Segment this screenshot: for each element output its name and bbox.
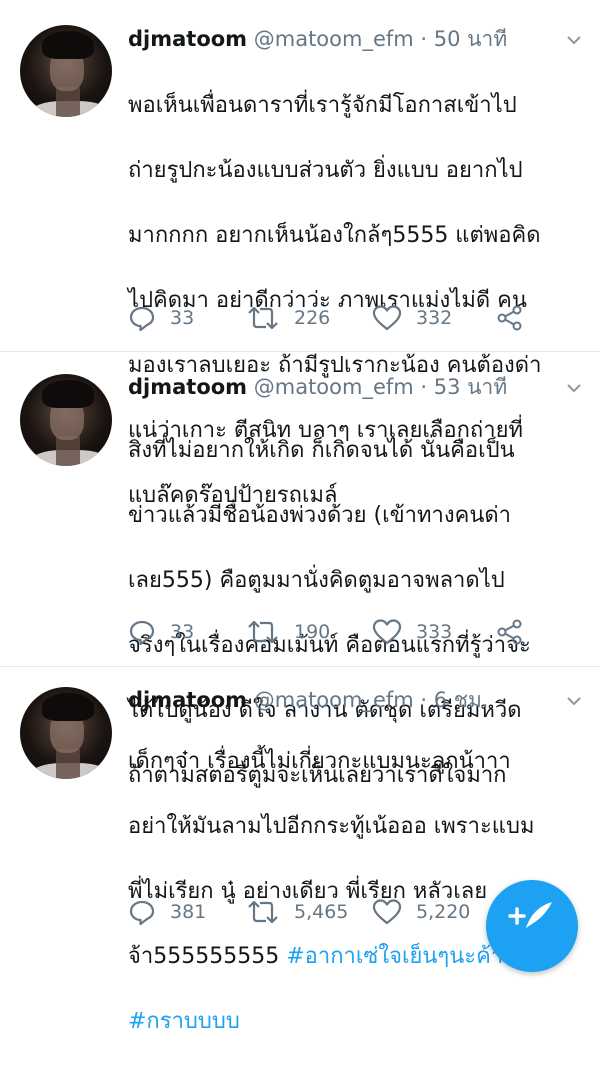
retweet-button[interactable]: 5,465 [246, 897, 348, 927]
avatar[interactable] [20, 374, 112, 466]
timestamp[interactable]: · 6 ชม. [420, 688, 488, 712]
tweet-line: อย่าให้มันลามไปอีกกระทู้เน้อออ เพราะแบม [128, 813, 535, 839]
retweet-count: 5,465 [294, 901, 349, 923]
tweet-line: เด็กๆจ๋า เรื่องนี้ไม่เกี่ยวกะแบมนะลูกน้า… [128, 748, 511, 774]
reply-icon [129, 900, 155, 926]
share-icon [497, 619, 522, 645]
compose-tweet-button[interactable] [486, 880, 578, 972]
user-handle[interactable]: @matoom_efm [254, 688, 414, 712]
like-button[interactable]: 5,220 [372, 897, 470, 927]
tweet-text-plain: จ้า555555555 [128, 943, 287, 969]
retweet-button[interactable]: 190 [246, 617, 330, 647]
share-button[interactable] [496, 617, 538, 647]
like-count: 333 [416, 621, 453, 643]
reply-icon [129, 306, 155, 332]
reply-button[interactable]: 33 [128, 303, 194, 333]
tweet-line: มากกกก อยากเห็นน้องใกล้ๆ5555 แต่พอคิด [128, 222, 541, 248]
share-button[interactable] [496, 303, 538, 333]
reply-count: 33 [170, 307, 195, 329]
tweet-line: #กราบบบบ [128, 1006, 583, 1039]
chevron-down-icon[interactable] [566, 32, 582, 48]
compose-tweet-icon [508, 902, 552, 928]
timestamp[interactable]: · 50 นาที [420, 27, 507, 51]
like-count: 332 [416, 307, 453, 329]
tweet-line: เลย555) คือตูมมานั่งคิดตูมอาจพลาดไป [128, 567, 505, 593]
display-name[interactable]: djmatoom [128, 688, 247, 712]
tweet-actions: 33 226 332 [128, 303, 568, 333]
retweet-icon [248, 900, 278, 924]
heart-icon [372, 305, 402, 331]
retweet-count: 226 [294, 307, 331, 329]
hashtag-link[interactable]: #กราบบบบ [128, 1009, 240, 1034]
chevron-down-icon[interactable] [566, 380, 582, 396]
retweet-button[interactable]: 226 [246, 303, 330, 333]
chevron-down-icon[interactable] [566, 693, 582, 709]
display-name[interactable]: djmatoom [128, 375, 247, 399]
display-name[interactable]: djmatoom [128, 27, 247, 51]
reply-button[interactable]: 33 [128, 617, 194, 647]
tweet-1[interactable]: djmatoom @matoom_efm · 50 นาที พอเห็นเพื… [0, 0, 600, 508]
avatar[interactable] [20, 25, 112, 117]
reply-button[interactable]: 381 [128, 897, 206, 927]
tweet-actions: 33 190 333 [128, 617, 568, 647]
tweet-line: พอเห็นเพื่อนดาราที่เรารู้จักมีโอกาสเข้าไ… [128, 92, 517, 118]
like-count: 5,220 [416, 901, 471, 923]
heart-icon [372, 619, 402, 645]
heart-icon [372, 899, 402, 925]
user-handle[interactable]: @matoom_efm [254, 375, 414, 399]
tweet-line: ถ่ายรูปกะน้องแบบส่วนตัว ยิ่งแบบ อยากไป [128, 157, 523, 183]
like-button[interactable]: 333 [372, 617, 452, 647]
like-button[interactable]: 332 [372, 303, 452, 333]
reply-count: 381 [170, 901, 207, 923]
reply-count: 33 [170, 621, 195, 643]
retweet-icon [248, 306, 278, 330]
retweet-icon [248, 620, 278, 644]
tweet-2[interactable]: djmatoom @matoom_efm · 53 นาที สิ่งที่ไม… [0, 352, 600, 788]
tweet-header: djmatoom @matoom_efm · 53 นาที [128, 374, 507, 400]
tweet-header: djmatoom @matoom_efm · 6 ชม. [128, 687, 489, 713]
retweet-count: 190 [294, 621, 331, 643]
hashtag-link[interactable]: #อากาเซ่ใจเย็นๆนะค้า [286, 944, 503, 969]
share-icon [497, 305, 522, 331]
tweet-line: ข่าวแล้วมีชื่อน้องพ่วงด้วย (เข้าทางคนด่า [128, 502, 512, 528]
reply-icon [129, 620, 155, 646]
tweet-header: djmatoom @matoom_efm · 50 นาที [128, 26, 507, 52]
user-handle[interactable]: @matoom_efm [254, 27, 414, 51]
tweet-line: สิ่งที่ไม่อยากให้เกิด ก็เกิดจนได้ นั่นคื… [128, 437, 515, 463]
timestamp[interactable]: · 53 นาที [420, 375, 507, 399]
avatar[interactable] [20, 687, 112, 779]
